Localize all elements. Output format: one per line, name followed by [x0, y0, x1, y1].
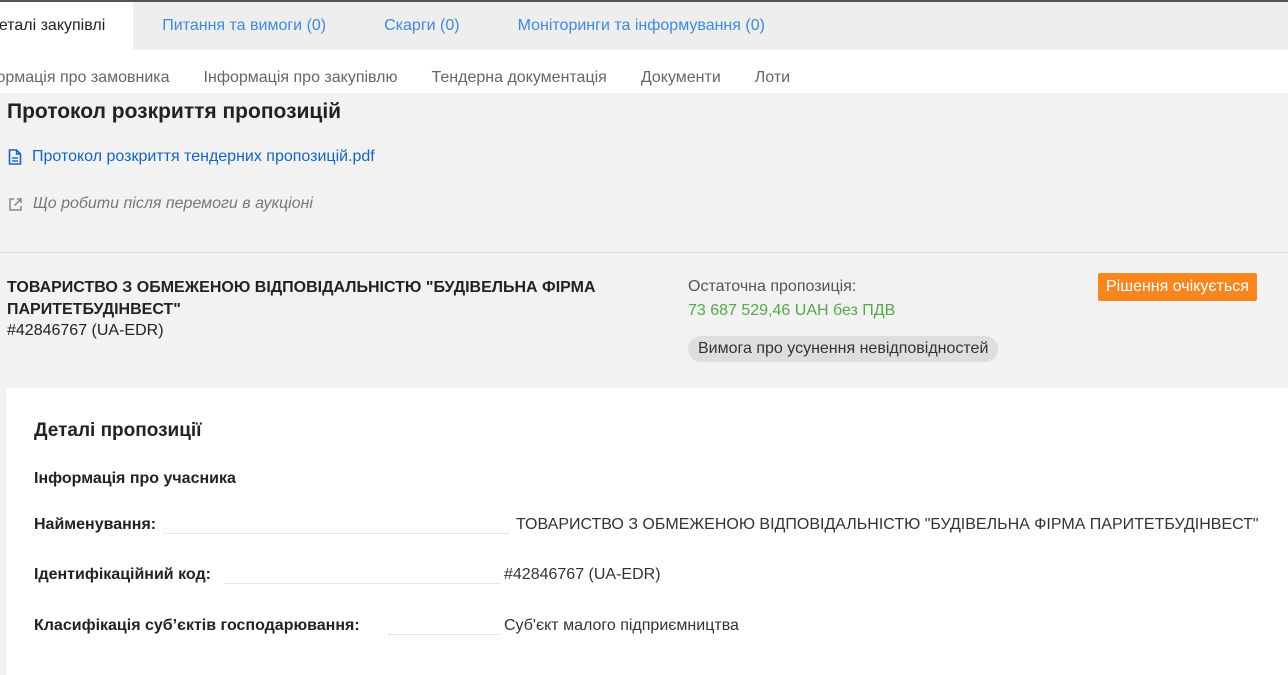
bidder-name: ТОВАРИСТВО З ОБМЕЖЕНОЮ ВІДПОВІДАЛЬНІСТЮ …	[7, 279, 596, 318]
info-row-code: Ідентифікаційний код: #42846767 (UA-EDR)	[34, 566, 1288, 590]
protocol-file-link[interactable]: Протокол розкриття тендерних пропозицій.…	[8, 148, 375, 166]
offer-label: Остаточна пропозиція:	[688, 278, 857, 295]
tab-procurement-details[interactable]: Деталі закупівлі	[0, 2, 134, 50]
info-label-classification: Класифікація суб’єктів господарювання:	[34, 617, 362, 635]
file-icon	[8, 149, 22, 165]
bid-details-card: Деталі пропозиції Інформація про учасник…	[6, 388, 1288, 675]
row-leader	[164, 533, 509, 534]
requirement-badge[interactable]: Вимога про усунення невідповідностей	[688, 336, 999, 362]
subtab-tender-docs[interactable]: Тендерна документація	[432, 69, 607, 87]
info-value-code: #42846767 (UA-EDR)	[504, 566, 661, 583]
main-tabs: Деталі закупівлі Питання та вимоги (0) С…	[0, 2, 1288, 50]
external-link-icon	[9, 197, 22, 211]
info-row-name: Найменування: ТОВАРИСТВО З ОБМЕЖЕНОЮ ВІД…	[34, 516, 1288, 540]
info-label-name: Найменування:	[34, 516, 159, 534]
tab-complaints[interactable]: Скарги (0)	[355, 2, 488, 50]
protocol-title: Протокол розкриття пропозицій	[7, 100, 342, 123]
info-value-name: ТОВАРИСТВО З ОБМЕЖЕНОЮ ВІДПОВІДАЛЬНІСТЮ …	[516, 516, 1259, 533]
row-leader	[389, 634, 499, 635]
participant-info-title: Інформація про учасника	[34, 470, 236, 487]
sub-tabs: Інформація про замовника Інформація про …	[0, 50, 1288, 93]
status-badge: Рішення очікується	[1098, 273, 1257, 301]
info-row-classification: Класифікація суб’єктів господарювання: С…	[34, 617, 1288, 641]
bidder-code: #42846767 (UA-EDR)	[7, 322, 164, 339]
protocol-file-label: Протокол розкриття тендерних пропозицій.…	[32, 148, 375, 165]
row-leader	[224, 583, 499, 584]
help-link[interactable]: Що робити після перемоги в аукціоні	[8, 195, 313, 213]
subtab-customer-info[interactable]: Інформація про замовника	[0, 69, 170, 87]
info-label-code: Ідентифікаційний код:	[34, 566, 213, 584]
details-title: Деталі пропозиції	[34, 420, 202, 441]
subtab-documents[interactable]: Документи	[641, 69, 721, 87]
tab-monitoring[interactable]: Моніторинги та інформування (0)	[489, 2, 794, 50]
info-value-classification: Суб'єкт малого підприємництва	[504, 617, 739, 634]
help-link-label: Що робити після перемоги в аукціоні	[33, 195, 313, 212]
subtab-procurement-info[interactable]: Інформація про закупівлю	[204, 69, 398, 87]
offer-amount: 73 687 529,46 UAH без ПДВ	[688, 302, 896, 319]
tab-questions[interactable]: Питання та вимоги (0)	[133, 2, 355, 50]
section-divider	[0, 252, 1288, 253]
subtab-lots[interactable]: Лоти	[755, 69, 790, 87]
